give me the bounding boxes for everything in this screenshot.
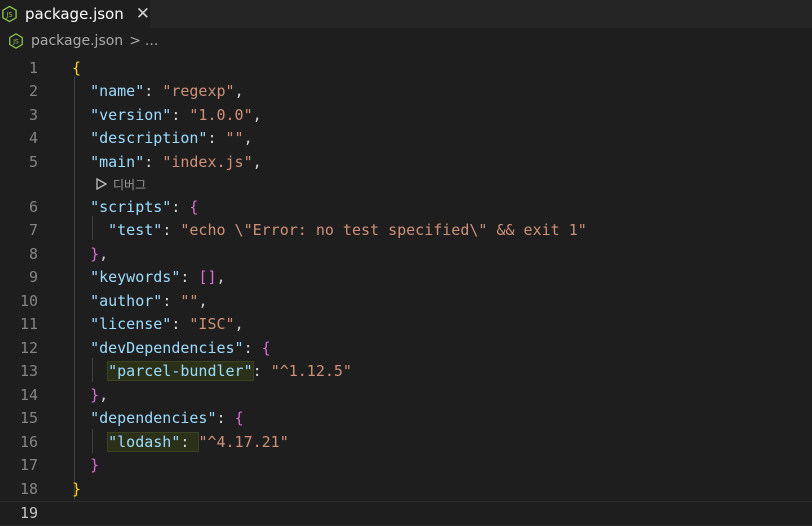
json-key: "description" (90, 129, 207, 147)
json-key: "name" (90, 82, 144, 100)
line-number: 9 (0, 268, 38, 286)
json-key: "main" (90, 153, 144, 171)
line-number: 10 (0, 292, 38, 310)
line-number: 7 (0, 221, 38, 239)
json-value: "echo \"Error: no test specified\" && ex… (180, 221, 586, 239)
code-line: 15 "dependencies": { (0, 407, 812, 431)
nodejs-icon: JS (8, 33, 24, 49)
json-value: "1.0.0" (189, 106, 252, 124)
nodejs-icon: JS (1, 5, 18, 23)
code-editor[interactable]: 1 { 2 "name": "regexp", 3 "version": "1.… (0, 54, 812, 525)
line-number: 4 (0, 129, 38, 147)
json-key: "dependencies" (90, 409, 216, 427)
line-number: 14 (0, 386, 38, 404)
line-number: 5 (0, 153, 38, 171)
json-key: "test" (108, 221, 162, 239)
json-key: "keywords" (90, 268, 180, 286)
code-line: 3 "version": "1.0.0", (0, 103, 812, 127)
line-number: 2 (0, 82, 38, 100)
code-line: 5 "main": "index.js", (0, 150, 812, 174)
json-key: "author" (90, 292, 162, 310)
codelens-label: 디버그 (113, 176, 146, 193)
line-number: 8 (0, 245, 38, 263)
code-line: 2 "name": "regexp", (0, 80, 812, 104)
breadcrumb-ellipsis[interactable]: ... (145, 33, 158, 49)
tab-label: package.json (25, 5, 124, 23)
code-line-current: 19 (0, 501, 812, 526)
code-line: 8 }, (0, 242, 812, 266)
json-value: "index.js" (162, 153, 252, 171)
json-key: "devDependencies" (90, 339, 244, 357)
line-number: 19 (0, 504, 38, 522)
line-number: 3 (0, 106, 38, 124)
code-line: 1 { (0, 56, 812, 80)
code-line: 13 "parcel-bundler": "^1.12.5" (0, 360, 812, 384)
line-number: 18 (0, 480, 38, 498)
breadcrumb: JS package.json > ... (0, 28, 812, 54)
json-key: "parcel-bundler" (108, 362, 253, 380)
json-value: "" (180, 292, 198, 310)
code-line: 14 }, (0, 383, 812, 407)
line-number: 17 (0, 456, 38, 474)
svg-text:JS: JS (12, 39, 19, 46)
json-key: "license" (90, 315, 171, 333)
tab-bar: JS package.json ✕ (0, 0, 812, 28)
line-number: 16 (0, 433, 38, 451)
tab-package-json[interactable]: JS package.json ✕ (0, 0, 150, 28)
code-line: 12 "devDependencies": { (0, 336, 812, 360)
json-key: "version" (90, 106, 171, 124)
code-line: 18 } (0, 477, 812, 501)
line-number: 13 (0, 362, 38, 380)
breadcrumb-separator: > (129, 33, 141, 49)
code-line: 4 "description": "", (0, 127, 812, 151)
code-line: 6 "scripts": { (0, 195, 812, 219)
play-icon (95, 178, 107, 190)
json-value: "" (226, 129, 244, 147)
line-number: 15 (0, 409, 38, 427)
close-icon[interactable]: ✕ (136, 0, 150, 28)
json-value: "^4.17.21" (198, 433, 288, 451)
line-number: 11 (0, 315, 38, 333)
code-line: 16 "lodash": "^4.17.21" (0, 430, 812, 454)
code-line: 11 "license": "ISC", (0, 313, 812, 337)
line-number: 1 (0, 59, 38, 77)
code-line: 9 "keywords": [], (0, 266, 812, 290)
debug-codelens[interactable]: 디버그 (95, 173, 146, 195)
json-key: "scripts" (90, 198, 171, 216)
code-line: 10 "author": "", (0, 289, 812, 313)
json-value: "regexp" (162, 82, 234, 100)
code-line: 7 "test": "echo \"Error: no test specifi… (0, 219, 812, 243)
breadcrumb-file[interactable]: package.json (31, 33, 123, 49)
code-line: 17 } (0, 454, 812, 478)
json-key: "lodash" (108, 433, 180, 451)
json-value: [] (198, 268, 216, 286)
line-number: 6 (0, 198, 38, 216)
svg-text:JS: JS (5, 11, 12, 19)
json-value: "ISC" (189, 315, 234, 333)
line-number: 12 (0, 339, 38, 357)
json-value: "^1.12.5" (271, 362, 352, 380)
